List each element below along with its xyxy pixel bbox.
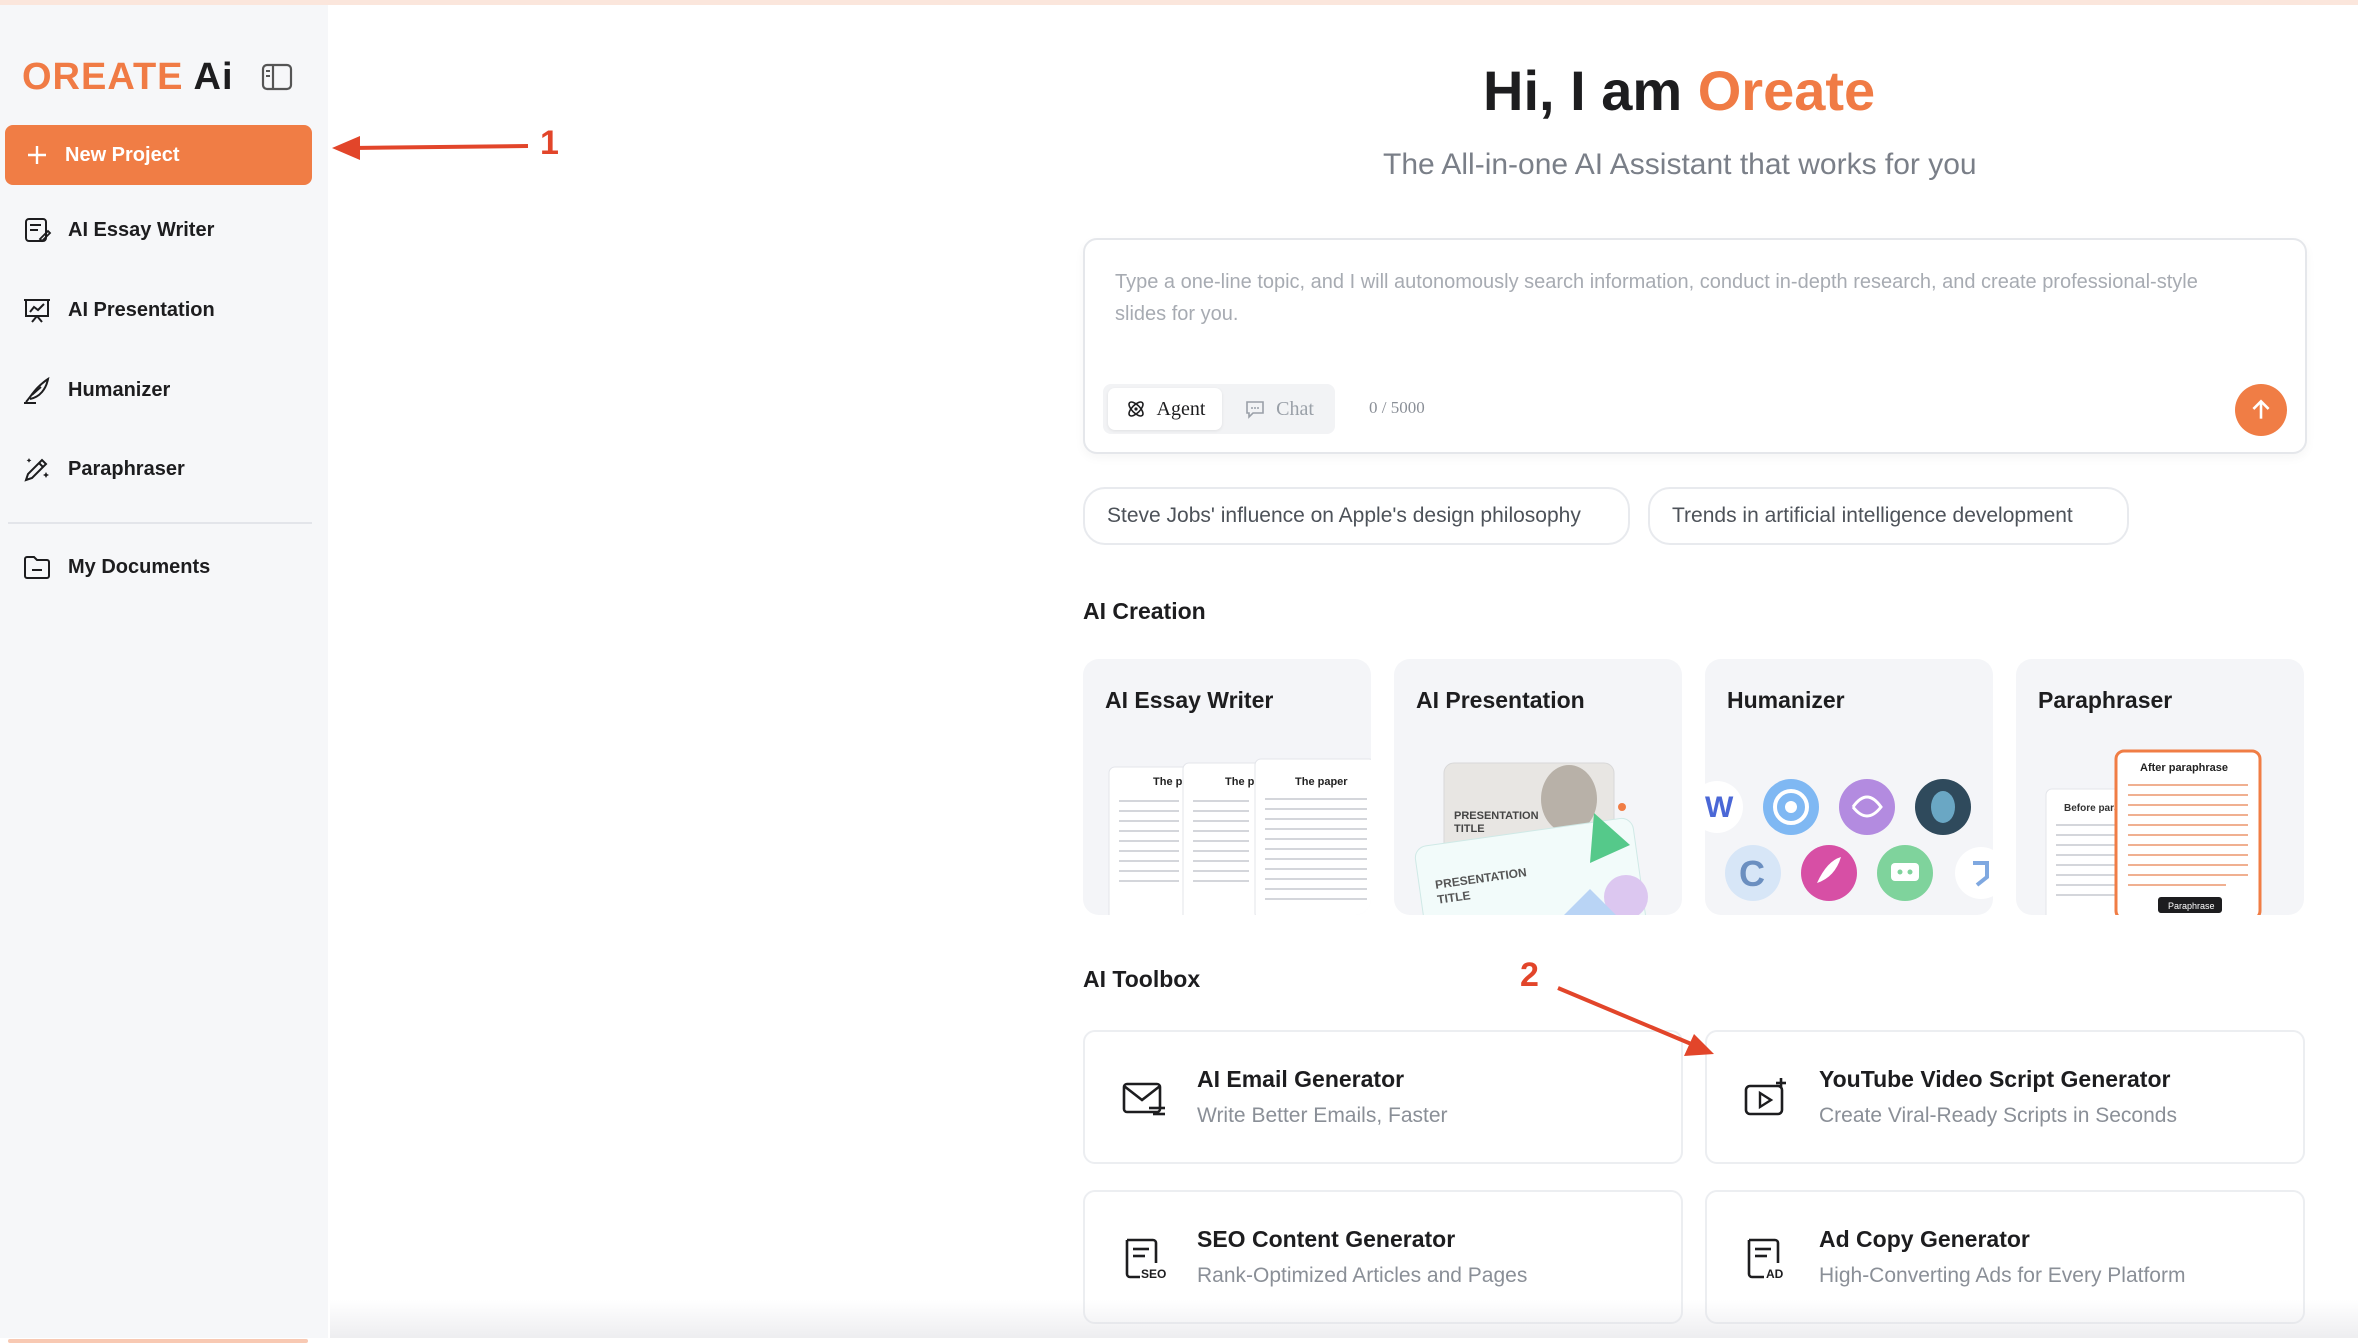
card-title: Paraphraser [2038,687,2173,713]
prompt-input[interactable]: Type a one-line topic, and I will autono… [1115,266,2235,330]
suggestion-chip[interactable]: Steve Jobs' influence on Apple's design … [1083,487,1630,545]
card-title: AI Presentation [1416,687,1585,713]
hero-title-brand: Oreate [1697,59,1876,122]
sidebar-item-label: AI Essay Writer [68,218,215,241]
new-project-button[interactable]: New Project [5,125,312,185]
svg-text:W: W [1705,791,1734,824]
essay-preview-image: The p The p The paper [1108,758,1371,915]
mode-toggle: Agent Chat [1103,384,1335,434]
mode-agent-button[interactable]: Agent [1108,388,1222,430]
tool-description: Write Better Emails, Faster [1197,1104,1448,1127]
sidebar-item-paraphraser[interactable]: Paraphraser [22,449,185,489]
tool-title: AI Email Generator [1197,1066,1405,1092]
sidebar-toggle-icon[interactable] [260,62,294,92]
sidebar-item-presentation[interactable]: AI Presentation [22,290,215,330]
tool-title: SEO Content Generator [1197,1226,1456,1252]
suggestion-chip[interactable]: Trends in artificial intelligence develo… [1648,487,2129,545]
card-title: Humanizer [1727,687,1845,713]
card-title: AI Essay Writer [1105,687,1274,713]
humanizer-preview-image: W C [1705,779,1993,901]
doc-title-3: The paper [1295,776,1348,788]
sidebar-item-my-documents[interactable]: My Documents [22,547,210,587]
essay-icon [25,218,52,243]
paraphrase-mini-button: Paraphrase [2168,901,2215,911]
tool-ai-email-generator[interactable]: AI Email Generator Write Better Emails, … [1083,1030,1683,1164]
sidebar-bottom-accent [8,1339,308,1343]
mode-agent-label: Agent [1156,397,1206,420]
feather-icon [24,376,50,404]
agent-icon [1127,401,1144,417]
video-script-icon [1744,1078,1786,1116]
plus-icon [28,146,46,164]
logo-ai: Ai [193,55,234,98]
slide-title-back: PRESENTATION [1454,810,1539,822]
seo-doc-icon: SEO [1125,1238,1166,1281]
character-counter: 0 / 5000 [1369,398,1425,417]
magic-pen-icon [24,458,49,482]
sidebar-item-essay-writer[interactable]: AI Essay Writer [22,210,214,250]
top-accent-line [0,0,2358,5]
folder-icon [24,556,50,579]
hero-title: Hi, I am Oreate [1483,58,1875,123]
annotation-number-2: 2 [1520,956,1539,994]
tool-description: Rank-Optimized Articles and Pages [1197,1264,1528,1287]
creation-card-humanizer[interactable]: Humanizer W C [1705,659,1993,915]
sidebar-item-label: Paraphraser [68,457,185,480]
doc-title-2: The p [1225,776,1255,788]
ai-creation-title: AI Creation [1083,598,1206,624]
sidebar-divider [8,522,312,524]
arrow-up-icon [2252,399,2270,419]
seo-icon-text: SEO [1141,1267,1166,1281]
tool-youtube-video-script-generator[interactable]: YouTube Video Script Generator Create Vi… [1705,1030,2305,1164]
sidebar: OREATE Ai New Project AI Essay Writer AI… [0,5,328,1343]
ad-doc-icon: AD [1747,1238,1784,1281]
paraphraser-preview-image: Before paraph After paraphrase Paraphras… [2045,749,2262,915]
hero-subtitle: The All-in-one AI Assistant that works f… [1383,148,1977,181]
new-project-label: New Project [65,143,180,166]
presentation-icon [24,299,50,323]
send-button[interactable] [2235,384,2287,436]
mode-chat-label: Chat [1276,397,1314,420]
hero-title-prefix: Hi, I am [1483,59,1698,122]
creation-card-presentation[interactable]: AI Presentation PRESENTATION TITLE PRESE… [1394,659,1682,915]
svg-text:C: C [1739,853,1765,894]
ai-toolbox-title: AI Toolbox [1083,966,1201,992]
presentation-preview-image: PRESENTATION TITLE PRESENTATION TITLE [1414,762,1648,915]
tool-title: YouTube Video Script Generator [1819,1066,2171,1092]
tool-description: Create Viral-Ready Scripts in Seconds [1819,1104,2177,1127]
ad-icon-text: AD [1766,1267,1784,1281]
annotation-number-1: 1 [540,124,559,162]
tool-title: Ad Copy Generator [1819,1226,2030,1252]
chat-icon [1246,401,1264,419]
mode-chat-button[interactable]: Chat [1227,388,1331,430]
creation-card-essay-writer[interactable]: AI Essay Writer The p The p The paper [1083,659,1371,915]
tool-description: High-Converting Ads for Every Platform [1819,1264,2186,1287]
sidebar-item-humanizer[interactable]: Humanizer [22,370,170,410]
prompt-box[interactable]: Type a one-line topic, and I will autono… [1083,238,2307,454]
creation-card-paraphraser[interactable]: Paraphraser Before paraph After paraphra… [2016,659,2304,915]
after-label: After paraphrase [2140,762,2228,774]
sidebar-item-label: Humanizer [68,378,171,401]
logo-brand: OREATE [22,55,184,98]
doc-title-1: The p [1153,776,1183,788]
sidebar-item-label: My Documents [68,555,211,578]
bottom-shadow [330,1300,2358,1338]
email-icon [1122,1082,1165,1116]
logo[interactable]: OREATE Ai [22,55,234,99]
sidebar-item-label: AI Presentation [68,298,215,321]
slide-title-back-2: TITLE [1454,823,1485,835]
